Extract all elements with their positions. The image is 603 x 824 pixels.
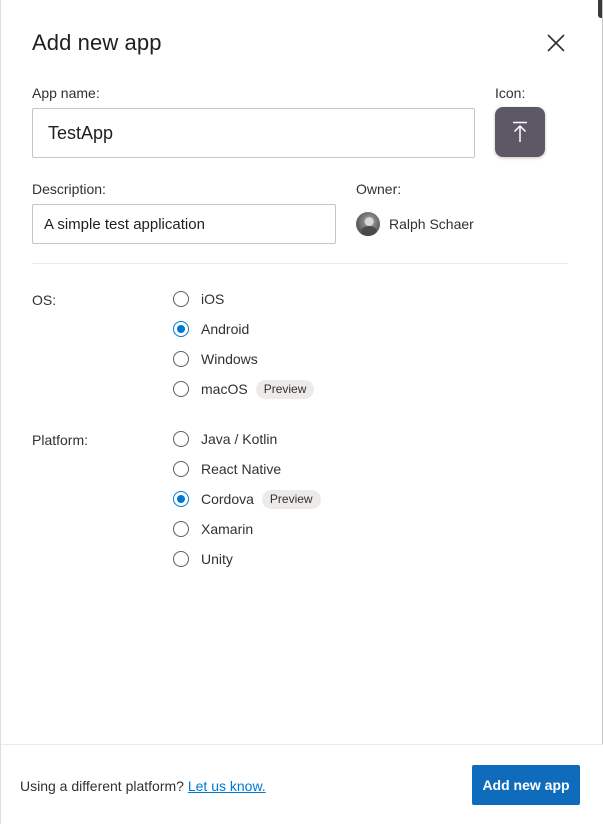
platform-option-java-kotlin[interactable]: Java / Kotlin xyxy=(173,424,321,454)
radio-button-checked[interactable] xyxy=(173,491,189,507)
radio-label: Unity xyxy=(201,551,233,567)
close-button[interactable] xyxy=(541,28,571,58)
platform-option-unity[interactable]: Unity xyxy=(173,544,321,574)
description-input[interactable] xyxy=(32,204,336,244)
platform-option-cordova[interactable]: Cordova Preview xyxy=(173,484,321,514)
platform-option-xamarin[interactable]: Xamarin xyxy=(173,514,321,544)
section-divider xyxy=(32,263,568,264)
radio-label: Android xyxy=(201,321,250,337)
icon-label: Icon: xyxy=(495,85,526,101)
close-icon xyxy=(547,34,565,52)
platform-label: Platform: xyxy=(32,432,89,448)
radio-button[interactable] xyxy=(173,461,189,477)
description-label: Description: xyxy=(32,181,106,197)
add-app-dialog: Add new app App name: Icon: Description:… xyxy=(0,0,603,824)
radio-button[interactable] xyxy=(173,521,189,537)
add-new-app-button[interactable]: Add new app xyxy=(472,765,580,805)
radio-button-checked[interactable] xyxy=(173,321,189,337)
radio-label: React Native xyxy=(201,461,282,477)
os-option-macos[interactable]: macOS Preview xyxy=(173,374,315,404)
radio-button[interactable] xyxy=(173,351,189,367)
preview-badge: Preview xyxy=(261,489,321,509)
dialog-footer: Using a different platform? Let us know.… xyxy=(1,744,603,824)
os-radio-group: iOS Android Windows macOS Preview xyxy=(173,284,315,404)
preview-badge: Preview xyxy=(255,379,315,399)
radio-label: Windows xyxy=(201,351,258,367)
app-name-label: App name: xyxy=(32,85,100,101)
os-option-ios[interactable]: iOS xyxy=(173,284,314,314)
platform-radio-group: Java / Kotlin React Native Cordova Previ… xyxy=(173,424,321,574)
dialog-title: Add new app xyxy=(32,30,162,55)
app-name-input[interactable] xyxy=(32,108,475,158)
radio-label: macOS xyxy=(201,381,248,397)
avatar xyxy=(356,212,380,236)
let-us-know-link[interactable]: Let us know. xyxy=(188,778,266,794)
icon-upload-button[interactable] xyxy=(495,107,545,157)
footer-prompt: Using a different platform? Let us know. xyxy=(20,778,266,794)
radio-button[interactable] xyxy=(173,431,189,447)
radio-button[interactable] xyxy=(173,551,189,567)
radio-label: Xamarin xyxy=(201,521,254,537)
radio-button[interactable] xyxy=(173,291,189,307)
os-option-android[interactable]: Android xyxy=(173,314,314,344)
radio-button[interactable] xyxy=(173,381,189,397)
platform-option-react-native[interactable]: React Native xyxy=(173,454,321,484)
owner-label: Owner: xyxy=(356,181,402,197)
radio-label: Java / Kotlin xyxy=(201,431,278,447)
window-edge xyxy=(598,0,602,18)
os-label: OS: xyxy=(32,292,57,308)
os-option-windows[interactable]: Windows xyxy=(173,344,314,374)
radio-label: iOS xyxy=(201,291,225,307)
owner-field[interactable]: Ralph Schaer xyxy=(356,212,474,236)
footer-prompt-text: Using a different platform? xyxy=(20,778,184,794)
upload-icon xyxy=(513,121,527,142)
owner-name: Ralph Schaer xyxy=(389,216,474,232)
radio-label: Cordova xyxy=(201,491,254,507)
